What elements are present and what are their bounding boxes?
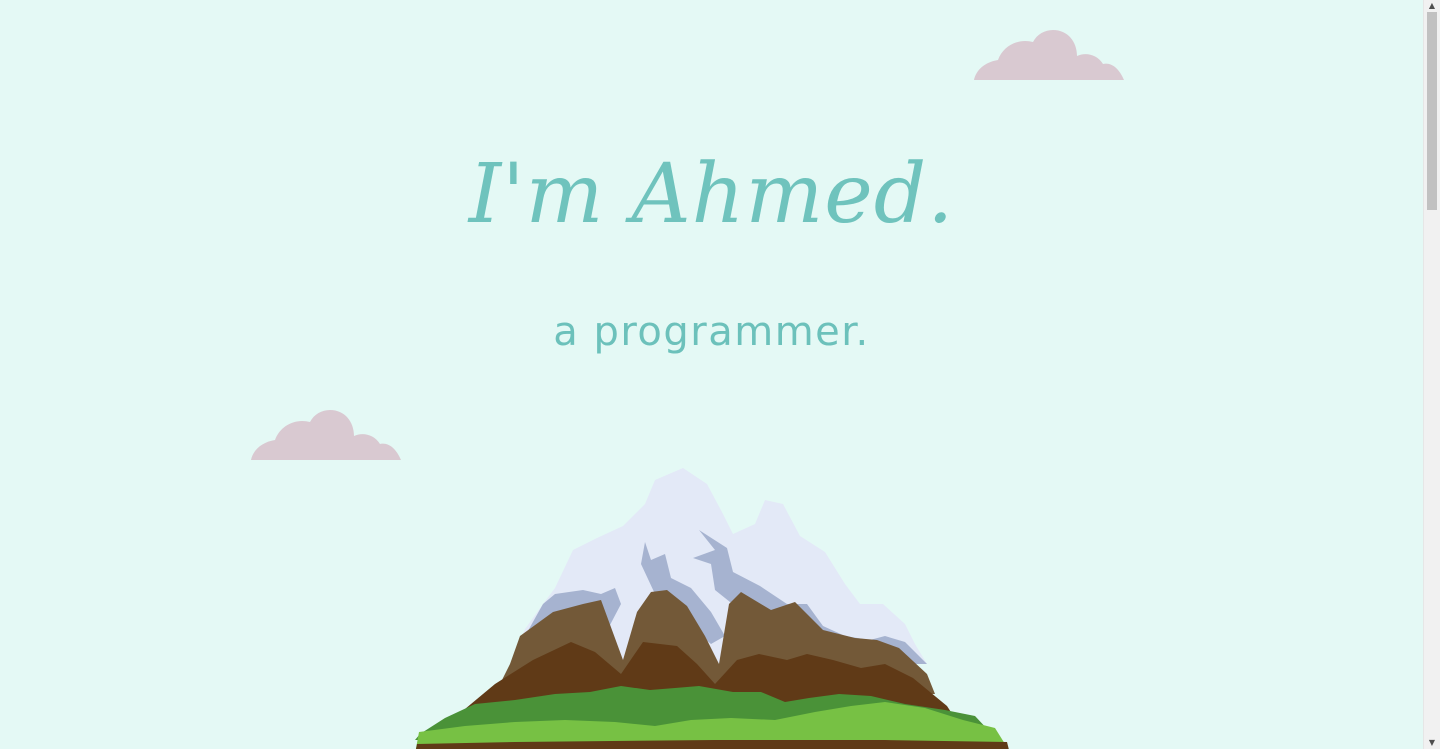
- scroll-up-arrow-icon[interactable]: ▲: [1424, 0, 1440, 12]
- mountain-illustration: [415, 468, 1009, 749]
- page: I'm Ahmed. a programmer.: [0, 0, 1423, 749]
- scroll-down-arrow-icon[interactable]: ▼: [1424, 737, 1440, 749]
- cloud-icon: [251, 410, 401, 460]
- cloud-icon: [974, 30, 1124, 80]
- page-subtitle: a programmer.: [553, 309, 870, 355]
- page-title: I'm Ahmed.: [468, 147, 955, 242]
- scrollbar-thumb[interactable]: [1427, 12, 1437, 210]
- vertical-scrollbar[interactable]: ▲ ▼: [1423, 0, 1440, 749]
